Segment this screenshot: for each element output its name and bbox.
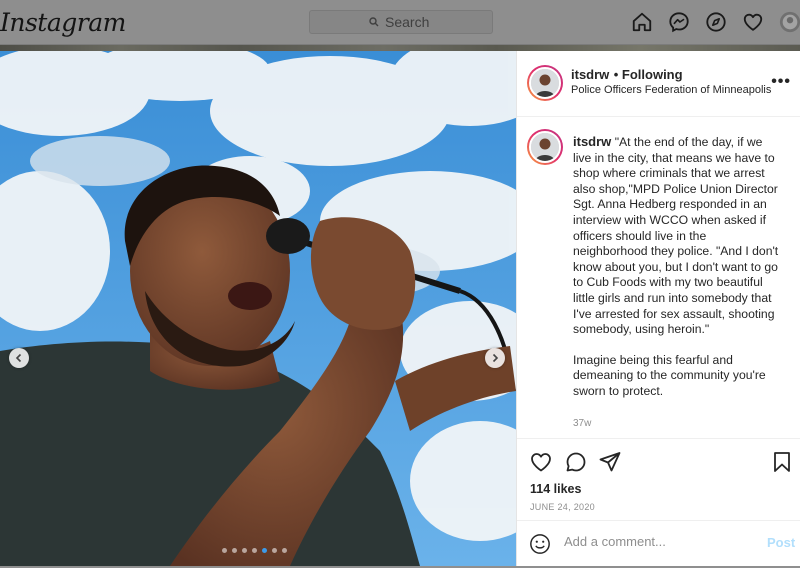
author-line: itsdrw • Following	[571, 66, 683, 84]
caption-author-avatar[interactable]	[527, 129, 563, 165]
share-icon[interactable]	[598, 450, 622, 474]
post-location[interactable]: Police Officers Federation of Minneapoli…	[571, 84, 771, 96]
post-age: 37w	[573, 418, 592, 429]
emoji-icon[interactable]	[529, 533, 551, 555]
explore-icon[interactable]	[705, 11, 727, 33]
caption-username[interactable]: itsdrw	[573, 134, 611, 149]
bookmark-icon[interactable]	[770, 450, 794, 474]
comment-input[interactable]	[564, 534, 744, 549]
carousel-dot	[262, 548, 267, 553]
author-avatar[interactable]	[527, 65, 563, 101]
carousel-dot	[242, 548, 247, 553]
more-options-icon[interactable]: •••	[771, 73, 791, 91]
search-input[interactable]	[385, 14, 433, 30]
home-icon[interactable]	[631, 11, 653, 33]
caption-text: "At the end of the day, if we live in th…	[573, 135, 779, 337]
carousel-dot	[252, 548, 257, 553]
follow-status[interactable]: • Following	[614, 67, 683, 82]
profile-avatar[interactable]	[779, 11, 800, 33]
post-actions: 114 likes JUNE 24, 2020 Post	[517, 438, 800, 567]
add-comment-bar: Post	[517, 520, 800, 568]
post-photo[interactable]	[0, 51, 516, 566]
carousel-dot	[272, 548, 277, 553]
search-box[interactable]	[309, 10, 493, 34]
carousel-dot	[232, 548, 237, 553]
previous-image-button[interactable]	[9, 348, 29, 368]
comment-icon[interactable]	[564, 450, 588, 474]
post-comment-button[interactable]: Post	[767, 535, 795, 550]
avatar-image	[531, 69, 559, 97]
post-details-panel: itsdrw • Following Police Officers Feder…	[516, 51, 800, 566]
avatar-image	[531, 133, 559, 161]
messenger-icon[interactable]	[668, 11, 690, 33]
caption-text-paragraph-2: Imagine being this fearful and demeaning…	[573, 352, 766, 398]
chevron-left-icon	[15, 353, 22, 363]
author-username[interactable]: itsdrw	[571, 67, 609, 82]
like-heart-icon[interactable]	[529, 450, 553, 474]
carousel-dot	[222, 548, 227, 553]
carousel-indicator	[222, 548, 287, 553]
next-image-button[interactable]	[485, 348, 505, 368]
chevron-right-icon	[492, 353, 499, 363]
search-icon	[369, 17, 379, 27]
top-navigation-bar: Instagram	[0, 0, 800, 45]
post-date: JUNE 24, 2020	[530, 502, 595, 512]
post-caption: itsdrw "At the end of the day, if we liv…	[573, 134, 779, 415]
like-count[interactable]: 114 likes	[530, 482, 581, 496]
heart-icon[interactable]	[742, 11, 764, 33]
carousel-dot	[282, 548, 287, 553]
nav-icons	[631, 11, 800, 33]
post-header: itsdrw • Following Police Officers Feder…	[517, 51, 800, 117]
instagram-logo[interactable]: Instagram	[0, 8, 126, 37]
